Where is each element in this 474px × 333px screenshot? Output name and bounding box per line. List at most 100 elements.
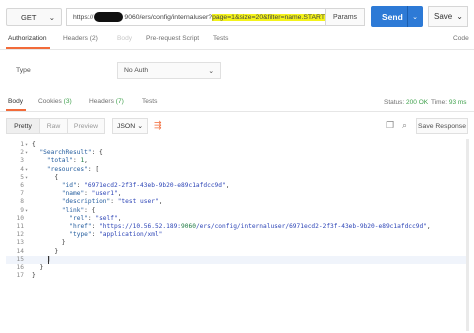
url-input[interactable]: https:// 9060/ers/config/internaluser? p… — [66, 8, 326, 26]
code-text: } — [32, 264, 44, 271]
method-label: GET — [21, 12, 37, 22]
line-number: 2 — [20, 149, 24, 157]
tab-authorization[interactable]: Authorization — [8, 35, 47, 42]
resp-tab-cookies-count: (3) — [63, 98, 72, 105]
auth-type-select[interactable]: No Auth ⌄ — [117, 62, 221, 79]
status-value: 200 OK — [406, 99, 429, 106]
line-number: 4 — [20, 165, 24, 173]
wrap-lines-icon[interactable]: ⇶ — [154, 120, 162, 131]
resp-tab-cookies-label: Cookies — [38, 98, 62, 105]
code-line: 7 "name": "user1", — [6, 190, 468, 198]
line-number: 3 — [20, 157, 24, 165]
save-response-button[interactable]: Save Response — [416, 118, 468, 134]
chevron-down-icon: ⌄ — [456, 12, 463, 21]
save-button[interactable]: Save ⌄ — [428, 6, 468, 27]
auth-type-value: No Auth — [124, 67, 149, 74]
chevron-down-icon: ⌄ — [48, 12, 55, 22]
line-number: 9 — [20, 206, 24, 214]
pretty-button[interactable]: Pretty — [6, 118, 40, 134]
code-line: 9 ▾ "link": { — [6, 207, 468, 215]
status-readout: Status: 200 OK — [384, 99, 428, 106]
search-icon[interactable]: ⌕ — [402, 120, 407, 131]
tab-headers-count: (2) — [89, 35, 98, 42]
format-label: JSON — [117, 122, 136, 130]
line-number: 13 — [16, 239, 24, 247]
code-text: "id": "6971ecd2-2f3f-43eb-9b20-e89c1afdc… — [61, 182, 230, 189]
format-select[interactable]: JSON ⌄ — [112, 118, 148, 134]
tab-body[interactable]: Body — [117, 35, 132, 42]
line-number: 10 — [16, 214, 24, 222]
redacted-host — [94, 12, 124, 22]
code-line: 3 "total": 1, — [6, 157, 468, 165]
code-text: } — [32, 247, 59, 255]
code-line: 8 "description": "test user", — [6, 198, 468, 206]
line-number: 12 — [16, 231, 24, 239]
code-text: } — [32, 272, 36, 280]
resp-tab-headers-label: Headers — [89, 98, 114, 105]
send-button[interactable]: Send ⌄ — [371, 6, 423, 27]
resp-tab-tests[interactable]: Tests — [142, 98, 157, 105]
code-line: 5 ▾ { — [6, 174, 468, 182]
preview-button[interactable]: Preview — [67, 118, 105, 134]
fold-toggle-icon[interactable]: ▾ — [25, 207, 28, 215]
time-value: 93 ms — [448, 99, 467, 106]
code-text: "total": 1, — [46, 157, 88, 165]
code-line: 6 "id": "6971ecd2-2f3f-43eb-9b20-e89c1af… — [6, 182, 468, 190]
code-line: 14 } — [6, 248, 468, 256]
line-number: 15 — [16, 255, 24, 263]
code-line: 10 "rel": "self", — [6, 215, 468, 223]
code-text: "type": "application/xml" — [69, 231, 163, 239]
fold-toggle-icon[interactable]: ▾ — [25, 141, 28, 149]
vertical-scrollbar[interactable] — [466, 139, 469, 331]
code-line: 2 ▾ "SearchResult": { — [6, 149, 468, 157]
save-label: Save — [434, 12, 453, 21]
method-select[interactable]: GET ⌄ — [6, 8, 62, 26]
code-text: { — [32, 141, 36, 148]
line-number: 1 — [20, 141, 24, 148]
auth-type-label: Type — [16, 67, 31, 74]
tab-prerequest-script[interactable]: Pre-request Script — [146, 35, 199, 42]
resp-tab-headers-count: (7) — [115, 98, 124, 105]
url-path: 9060/ers/config/internaluser? — [124, 13, 213, 21]
time-label: Time: — [431, 99, 448, 106]
code-text: } — [32, 239, 66, 247]
code-line: 4 ▾ "resources": [ — [6, 166, 468, 174]
url-query-highlight: page=1&size=20&filter=name.START — [212, 13, 325, 21]
tab-tests[interactable]: Tests — [213, 35, 228, 42]
code-text: "name": "user1", — [61, 190, 122, 198]
fold-toggle-icon[interactable]: ▾ — [25, 166, 28, 174]
line-number: 11 — [16, 223, 24, 230]
code-line: 15 ] — [6, 255, 468, 264]
raw-button[interactable]: Raw — [39, 118, 68, 134]
code-text: "link": { — [61, 206, 96, 214]
fold-toggle-icon[interactable]: ▾ — [25, 149, 28, 157]
chevron-down-icon: ⌄ — [208, 67, 214, 75]
chevron-down-icon: ⌄ — [137, 123, 143, 130]
send-label: Send — [382, 11, 403, 22]
code-line: 12 "type": "application/xml" — [6, 231, 468, 239]
code-link[interactable]: Code — [453, 35, 469, 42]
code-text: "resources": [ — [46, 165, 100, 173]
tab-headers[interactable]: Headers (2) — [63, 35, 98, 42]
fold-toggle-icon[interactable]: ▾ — [25, 174, 28, 182]
time-readout: Time: 93 ms — [431, 99, 467, 106]
code-line: 16 } — [6, 264, 468, 272]
resp-tab-headers[interactable]: Headers (7) — [89, 98, 124, 105]
chevron-down-icon[interactable]: ⌄ — [407, 6, 418, 27]
text-cursor — [48, 255, 49, 264]
resp-tab-cookies[interactable]: Cookies (3) — [38, 98, 72, 105]
line-number: 6 — [20, 182, 24, 189]
line-number: 8 — [20, 198, 24, 206]
response-body-editor[interactable]: 1 ▾{2 ▾ "SearchResult": {3 "total": 1, 4 ▾ "… — [6, 139, 468, 331]
code-text: "rel": "self", — [69, 214, 122, 222]
line-number: 16 — [16, 264, 24, 271]
tab-headers-label: Headers — [63, 35, 88, 42]
code-text: { — [32, 173, 59, 181]
code-line: 17} — [6, 272, 468, 280]
line-number: 17 — [16, 272, 24, 280]
copy-icon[interactable]: ❐ — [386, 120, 394, 131]
code-line: 1 ▾ { — [6, 141, 468, 149]
resp-tab-body[interactable]: Body — [8, 98, 23, 105]
params-button[interactable]: Params — [325, 8, 365, 26]
status-label: Status: — [384, 99, 405, 106]
